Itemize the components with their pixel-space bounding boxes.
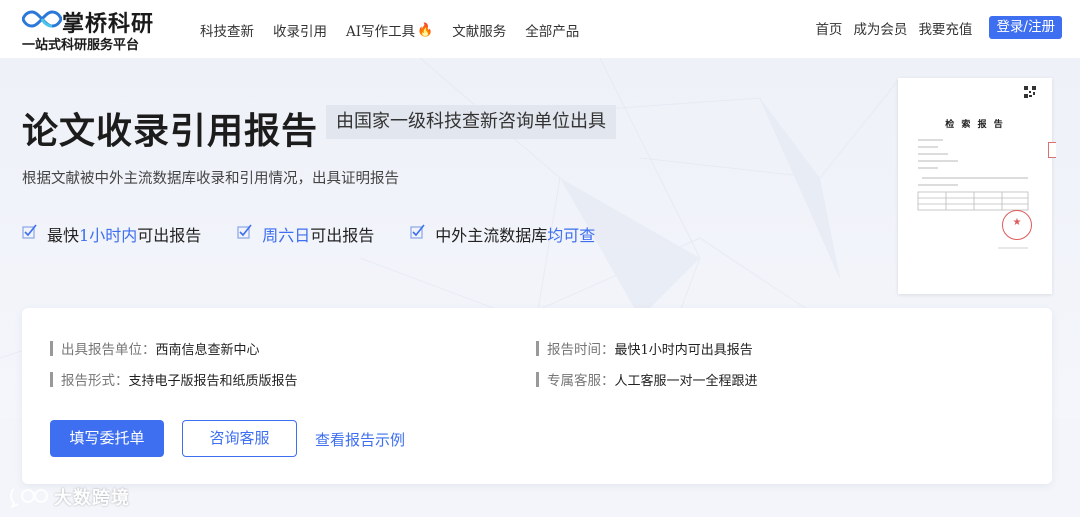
checkbox-icon [237, 224, 252, 239]
report-time-row: 报告时间： 最快1小时内可出具报告 [536, 338, 753, 358]
chat-bubble-icon [10, 488, 48, 508]
logo-tagline: 一站式科研服务平台 [22, 38, 140, 53]
fire-icon: 🔥 [417, 22, 434, 38]
report-format-label: 报告形式： [61, 373, 129, 389]
report-info-card: 出具报告单位： 西南信息查新中心 报告时间： 最快1小时内可出具报告 报告形式：… [22, 308, 1052, 484]
feature-text: 最快 [47, 226, 80, 245]
report-time-label: 报告时间： [547, 342, 615, 358]
feature-highlight: 1小时内 [79, 226, 138, 245]
menu-item-literature[interactable]: 文献服务 [452, 20, 506, 40]
feature-text: 中外主流数据库 [435, 226, 548, 245]
menu-item-label: 科技查新 [200, 24, 254, 40]
logo[interactable]: 掌桥科研 一站式科研服务平台 [22, 6, 172, 54]
feature-highlight: 均可查 [547, 226, 596, 245]
feature-text: 可出报告 [137, 226, 202, 245]
consult-service-button[interactable]: 咨询客服 [182, 420, 297, 457]
report-time-value: 最快1小时内可出具报告 [614, 342, 753, 358]
issuing-unit-label: 出具报告单位： [61, 342, 156, 358]
issuing-unit-value: 西南信息查新中心 [155, 342, 260, 358]
issuing-unit-row: 出具报告单位： 西南信息查新中心 [50, 338, 260, 358]
report-format-row: 报告形式： 支持电子版报告和纸质版报告 [50, 369, 298, 389]
menu-item-label: AI写作工具 [346, 24, 416, 40]
feature-item: 最快 1小时内 可出报告 [22, 222, 201, 246]
report-body-lines [917, 139, 1029, 249]
menu-item-ai-writing[interactable]: AI写作工具 🔥 [346, 20, 434, 41]
feature-list: 最快 1小时内 可出报告 周六日 可出报告 中外主流数据库 均可查 [22, 222, 595, 246]
menu-item-label: 全部产品 [525, 24, 580, 40]
fill-order-button[interactable]: 填写委托单 [50, 420, 164, 457]
menu-item-label: 文献服务 [452, 24, 507, 40]
report-format-value: 支持电子版报告和纸质版报告 [128, 373, 298, 389]
page-title: 论文收录引用报告 [22, 110, 319, 152]
subtitle-badge: 由国家一级科技查新咨询单位出具 [326, 105, 616, 139]
menu-item-novelty-search[interactable]: 科技查新 [200, 20, 254, 40]
home-link[interactable]: 首页 [815, 18, 842, 38]
feature-item: 周六日 可出报告 [237, 222, 374, 246]
watermark: 大数跨境 [8, 484, 130, 510]
main-menu: 科技查新 收录引用 AI写作工具 🔥 文献服务 全部产品 [200, 20, 598, 41]
checkbox-icon [410, 224, 425, 239]
feature-text: 可出报告 [310, 226, 375, 245]
top-nav: 掌桥科研 一站式科研服务平台 科技查新 收录引用 AI写作工具 🔥 文献服务 全… [0, 0, 1080, 58]
menu-item-all-products[interactable]: 全部产品 [525, 20, 579, 40]
menu-item-label: 收录引用 [273, 24, 327, 40]
user-menu: 首页 成为会员 我要充值 登录/注册 [815, 16, 1062, 39]
divider-bar [50, 371, 53, 387]
side-float-tab[interactable] [1048, 142, 1056, 158]
membership-link[interactable]: 成为会员 [853, 18, 907, 38]
login-register-button[interactable]: 登录/注册 [989, 16, 1062, 39]
customer-service-row: 专属客服： 人工客服一对一全程跟进 [536, 369, 758, 389]
sample-report-image: 检 索 报 告 [898, 78, 1052, 294]
hero-description: 根据文献被中外主流数据库收录和引用情况，出具证明报告 [22, 171, 399, 187]
checkbox-icon [22, 224, 37, 239]
infinity-logo-icon [22, 10, 62, 28]
recharge-link[interactable]: 我要充值 [918, 18, 972, 38]
feature-item: 中外主流数据库 均可查 [410, 222, 595, 246]
view-sample-link[interactable]: 查看报告示例 [315, 429, 405, 450]
feature-highlight: 周六日 [262, 226, 311, 245]
customer-service-label: 专属客服： [547, 373, 615, 389]
customer-service-value: 人工客服一对一全程跟进 [614, 373, 758, 389]
divider-bar [536, 371, 539, 387]
menu-item-citation[interactable]: 收录引用 [273, 20, 327, 40]
divider-bar [536, 340, 539, 356]
red-seal-icon [1002, 210, 1032, 240]
divider-bar [50, 340, 53, 356]
watermark-text: 大数跨境 [54, 488, 130, 509]
